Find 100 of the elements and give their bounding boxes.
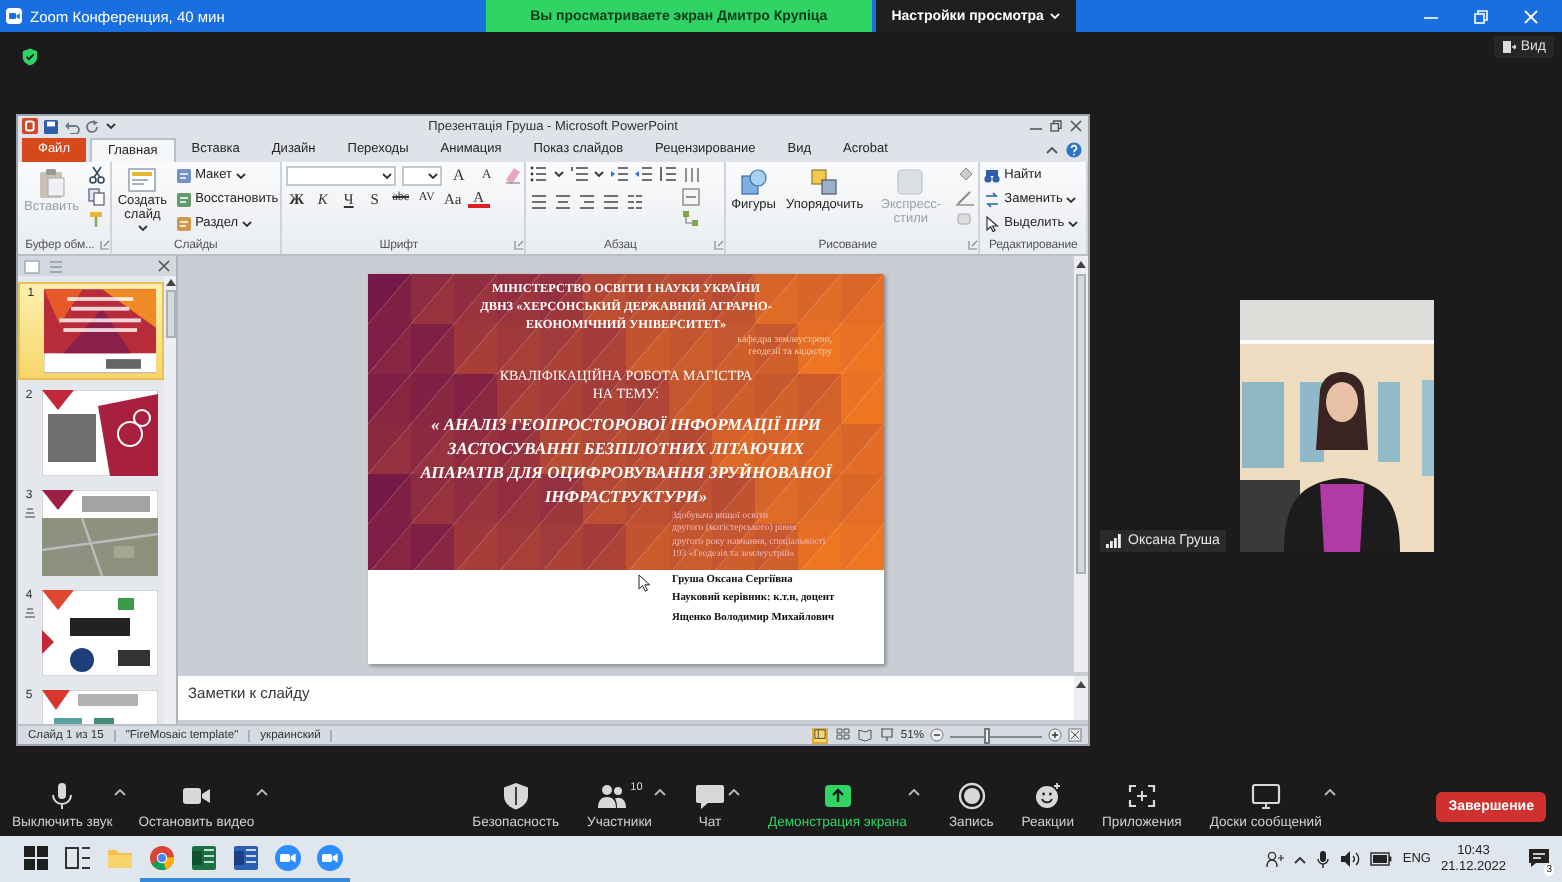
caret-icon[interactable] — [381, 171, 392, 180]
view-button[interactable] — [878, 727, 895, 744]
caret-icon[interactable] — [908, 788, 921, 796]
layout-icon[interactable] — [175, 167, 192, 184]
zoom-slider[interactable] — [950, 727, 1042, 744]
signal-icon — [1106, 534, 1122, 548]
caret-icon[interactable] — [242, 219, 253, 228]
zoom-out-icon[interactable] — [930, 728, 944, 743]
text-align-icon[interactable] — [681, 187, 700, 206]
shapes-icon — [739, 167, 768, 196]
app-icon — [22, 118, 38, 135]
copy-icon[interactable] — [87, 187, 106, 206]
caret-icon[interactable] — [114, 788, 127, 796]
smartart-icon[interactable] — [681, 209, 700, 228]
caret-icon[interactable] — [727, 788, 740, 796]
font-size-field[interactable] — [401, 165, 442, 186]
record-icon — [955, 782, 988, 810]
caret-icon[interactable] — [593, 169, 604, 178]
start-menu-icon — [21, 843, 49, 871]
slide-icon — [128, 167, 157, 192]
spreadsheet-icon — [189, 843, 217, 871]
replace-icon — [984, 191, 1001, 208]
shield-icon[interactable] — [22, 48, 38, 66]
slider-thumb[interactable] — [984, 727, 991, 744]
scrollbar[interactable] — [1074, 676, 1088, 721]
grow-font-button[interactable]: A — [447, 166, 470, 185]
video-camera-icon — [273, 843, 301, 871]
close-icon[interactable] — [1070, 120, 1082, 133]
align-icon[interactable] — [553, 193, 572, 210]
fit-window-icon[interactable] — [1068, 728, 1082, 743]
battery-icon[interactable] — [1370, 852, 1393, 866]
caret-icon[interactable] — [653, 788, 666, 796]
notification-icon[interactable] — [1528, 847, 1550, 867]
caret-icon[interactable] — [137, 223, 148, 232]
zoom-in-icon[interactable] — [1048, 728, 1062, 743]
bulleted-list-icon[interactable] — [529, 165, 548, 182]
view-button[interactable] — [856, 727, 873, 744]
align-icon[interactable] — [601, 193, 620, 210]
redo-icon[interactable] — [86, 119, 100, 134]
microphone-icon[interactable] — [1316, 850, 1331, 868]
undo-icon[interactable] — [64, 119, 80, 134]
normal-view-icon — [814, 728, 827, 743]
shield-icon — [499, 782, 532, 810]
numbered-list-icon[interactable] — [569, 165, 588, 182]
arrow-up-icon[interactable] — [1076, 260, 1086, 269]
arrow-up-icon[interactable] — [1076, 680, 1086, 689]
view-icon — [1502, 40, 1517, 54]
screen-icon — [879, 728, 894, 743]
video-camera-icon — [315, 843, 343, 871]
align-icon[interactable] — [577, 193, 596, 210]
slide-thumbnail[interactable] — [43, 288, 156, 375]
scrollbar-thumb[interactable] — [1076, 274, 1086, 575]
slide-thumbnail[interactable] — [42, 590, 158, 677]
close-icon[interactable] — [158, 260, 170, 273]
outline-icon[interactable] — [956, 187, 975, 206]
indent-icon[interactable] — [609, 165, 628, 182]
speaker-icon[interactable] — [1340, 850, 1361, 868]
dialog-launcher-icon[interactable] — [968, 240, 979, 251]
book-icon — [857, 728, 872, 743]
quick-styles-icon — [896, 167, 925, 196]
indent-icon[interactable] — [633, 165, 652, 182]
scrollbar[interactable] — [164, 276, 176, 725]
fill-icon[interactable] — [956, 165, 975, 184]
text-direction-icon[interactable] — [681, 165, 700, 184]
apps-icon — [1125, 782, 1158, 810]
caret-icon[interactable] — [256, 788, 269, 796]
caret-icon[interactable] — [1323, 788, 1336, 796]
columns-icon[interactable] — [625, 193, 644, 210]
reset-icon[interactable] — [175, 191, 192, 208]
slide-thumbnail[interactable] — [42, 490, 158, 577]
share-screen-icon — [821, 782, 854, 810]
dialog-launcher-icon[interactable] — [713, 240, 724, 251]
view-button[interactable] — [834, 727, 851, 744]
smiley-icon — [1031, 782, 1064, 810]
caret-icon[interactable] — [1294, 855, 1307, 863]
people-icon[interactable] — [1266, 850, 1285, 868]
restore-icon[interactable] — [1050, 120, 1062, 133]
scrollbar-thumb[interactable] — [165, 290, 175, 339]
chat-icon — [693, 782, 726, 810]
monitor-icon — [1249, 782, 1282, 810]
dialog-launcher-icon[interactable] — [513, 240, 524, 251]
scissors-icon[interactable] — [87, 165, 106, 184]
font-name-field[interactable] — [285, 165, 396, 186]
save-icon[interactable] — [44, 119, 58, 134]
arrange-icon — [810, 167, 839, 196]
caret-icon[interactable] — [427, 171, 438, 180]
grid-view-icon — [835, 728, 850, 743]
dialog-launcher-icon[interactable] — [99, 240, 110, 251]
align-icon[interactable] — [529, 193, 548, 210]
caret-icon[interactable] — [1066, 195, 1077, 204]
caret-icon[interactable] — [553, 169, 564, 178]
caret-icon[interactable] — [235, 171, 246, 180]
arrow-up-icon[interactable] — [165, 278, 175, 287]
help-icon[interactable] — [1066, 141, 1082, 158]
line-spacing-icon[interactable] — [657, 165, 676, 182]
view-button[interactable] — [812, 727, 829, 744]
scrollbar[interactable] — [1074, 256, 1088, 673]
caret-icon[interactable] — [1068, 219, 1079, 228]
slide-thumbnail[interactable] — [42, 390, 158, 477]
caret-icon[interactable] — [106, 122, 116, 131]
